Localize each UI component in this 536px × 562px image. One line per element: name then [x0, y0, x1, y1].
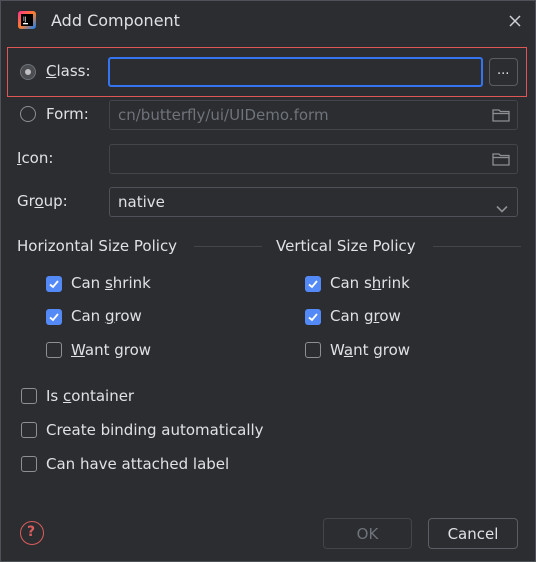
form-label: Form:	[46, 105, 89, 123]
ok-button[interactable]: OK	[323, 518, 412, 549]
form-value: cn/butterfly/ui/UIDemo.form	[118, 106, 329, 124]
group-label: Group:	[17, 192, 68, 210]
v-want-grow-checkbox[interactable]	[305, 342, 321, 358]
class-label: Class:	[46, 62, 91, 80]
intellij-app-icon: IJ	[17, 10, 37, 30]
v-want-grow-label: Want grow	[330, 341, 411, 359]
group-select[interactable]: native	[109, 187, 518, 217]
create-binding-label: Create binding automatically	[46, 421, 264, 439]
divider	[433, 246, 521, 247]
chevron-down-icon	[496, 198, 508, 217]
attached-label-label: Can have attached label	[46, 455, 230, 473]
folder-icon[interactable]	[492, 107, 510, 123]
divider	[194, 246, 262, 247]
attached-label-checkbox[interactable]	[21, 456, 37, 472]
icon-input[interactable]	[109, 144, 518, 174]
form-radio[interactable]	[20, 106, 36, 122]
h-can-grow-label: Can grow	[71, 307, 142, 325]
form-input[interactable]: cn/butterfly/ui/UIDemo.form	[109, 100, 518, 130]
v-can-grow-checkbox[interactable]	[305, 309, 321, 325]
class-input[interactable]	[108, 57, 483, 87]
horizontal-policy-title: Horizontal Size Policy	[17, 237, 178, 255]
v-can-grow-label: Can grow	[330, 307, 401, 325]
v-can-shrink-label: Can shrink	[330, 274, 410, 292]
create-binding-checkbox[interactable]	[21, 422, 37, 438]
svg-text:IJ: IJ	[23, 16, 27, 23]
is-container-label: Is container	[46, 387, 135, 405]
icon-label: Icon:	[17, 149, 54, 167]
close-icon[interactable]	[507, 13, 523, 29]
h-can-grow-checkbox[interactable]	[46, 309, 62, 325]
browse-class-button[interactable]: ...	[489, 58, 518, 86]
add-component-dialog: IJ Add Component Class: ... Form: cn/but…	[0, 0, 536, 562]
h-want-grow-checkbox[interactable]	[46, 342, 62, 358]
class-radio[interactable]	[20, 64, 36, 80]
cancel-button[interactable]: Cancel	[428, 518, 518, 549]
h-want-grow-label: Want grow	[71, 341, 152, 359]
group-value: native	[118, 193, 165, 211]
vertical-policy-title: Vertical Size Policy	[276, 237, 416, 255]
v-can-shrink-checkbox[interactable]	[305, 276, 321, 292]
help-icon[interactable]: ?	[20, 521, 44, 545]
folder-icon[interactable]	[492, 151, 510, 167]
h-can-shrink-label: Can shrink	[71, 274, 151, 292]
is-container-checkbox[interactable]	[21, 388, 37, 404]
h-can-shrink-checkbox[interactable]	[46, 276, 62, 292]
dialog-title: Add Component	[51, 11, 180, 30]
